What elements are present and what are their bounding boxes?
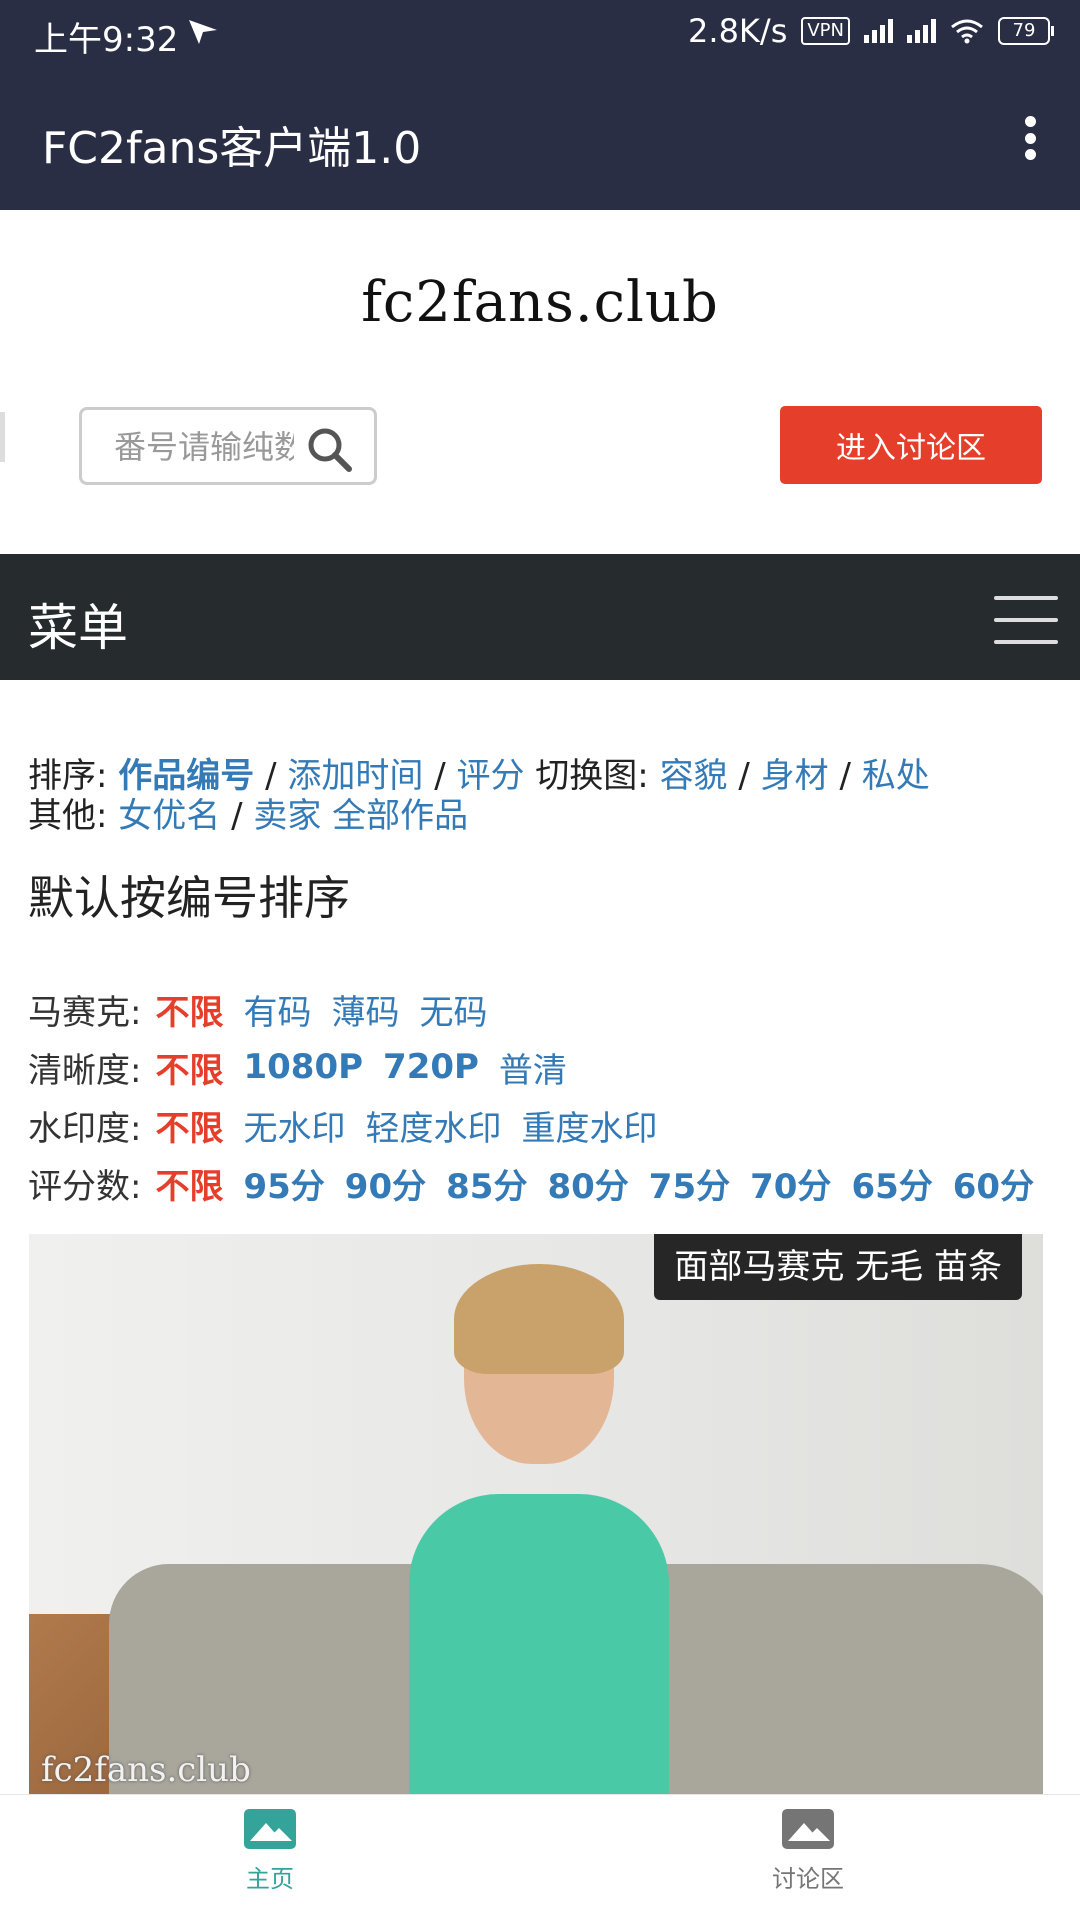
filter-resolution: 清晰度: 不限 1080P 720P 普清	[28, 1038, 1068, 1096]
other-label: 其他:	[28, 796, 108, 836]
bottom-navigation: 主页 讨论区	[0, 1794, 1080, 1921]
vpn-badge: VPN	[801, 17, 850, 45]
wifi-icon	[951, 19, 983, 44]
sort-by-number[interactable]: 作品编号	[118, 756, 254, 796]
image-icon	[782, 1809, 834, 1849]
filter-option[interactable]: 60分	[953, 1159, 1034, 1208]
app-title: FC2fans客户端1.0	[42, 123, 422, 174]
signal-icon-2	[907, 19, 936, 43]
filter-option[interactable]: 不限	[155, 1043, 223, 1092]
app-bar: FC2fans客户端1.0	[0, 64, 1080, 210]
filter-option[interactable]: 不限	[155, 1101, 223, 1150]
battery-icon: 79	[998, 17, 1054, 45]
sort-label: 排序:	[28, 756, 108, 796]
switch-image-label: 切换图:	[535, 756, 649, 796]
filter-option[interactable]: 无码	[419, 985, 487, 1034]
hamburger-icon[interactable]	[994, 596, 1058, 644]
sort-by-added-time[interactable]: 添加时间	[287, 756, 423, 796]
thumbnail-image	[409, 1264, 669, 1794]
menu-bar[interactable]: 菜单	[0, 554, 1080, 680]
filter-option[interactable]: 轻度水印	[365, 1101, 501, 1150]
overflow-menu-icon[interactable]	[1024, 116, 1036, 160]
filter-mosaic: 马赛克: 不限 有码 薄码 无码	[28, 980, 1068, 1038]
thumbnail-tag: 面部马赛克 无毛 苗条	[654, 1234, 1022, 1300]
status-bar: 上午9:32 2.8K/s VPN 79	[0, 0, 1080, 64]
sort-by-rating[interactable]: 评分	[456, 756, 524, 796]
other-actress-name[interactable]: 女优名	[118, 796, 220, 836]
filter-score: 评分数: 不限 95分 90分 85分 80分 75分 70分 65分 60分	[28, 1154, 1068, 1212]
filter-option[interactable]: 85分	[446, 1159, 527, 1208]
search-icon[interactable]	[306, 426, 352, 472]
filter-label: 评分数:	[28, 1166, 142, 1207]
other-seller-works[interactable]: 卖家 全部作品	[253, 796, 468, 836]
filter-section: 马赛克: 不限 有码 薄码 无码 清晰度: 不限 1080P 720P 普清 水…	[28, 980, 1068, 1212]
menu-label: 菜单	[28, 599, 128, 657]
filter-option[interactable]: 75分	[649, 1159, 730, 1208]
filter-option[interactable]: 薄码	[331, 985, 399, 1034]
nav-home-label: 主页	[246, 1865, 294, 1893]
thumbnail-watermark: fc2fans.club	[41, 1750, 251, 1790]
filter-watermark: 水印度: 不限 无水印 轻度水印 重度水印	[28, 1096, 1068, 1154]
filter-option[interactable]: 80分	[547, 1159, 628, 1208]
status-time: 上午9:32	[34, 20, 179, 60]
nav-discussion-label: 讨论区	[772, 1865, 844, 1893]
filter-option[interactable]: 不限	[155, 985, 223, 1034]
filter-label: 水印度:	[28, 1108, 142, 1149]
filter-option[interactable]: 重度水印	[521, 1101, 657, 1150]
signal-icon	[864, 19, 893, 43]
filter-label: 清晰度:	[28, 1050, 142, 1091]
location-arrow-icon	[189, 20, 217, 44]
filter-option[interactable]: 普清	[499, 1043, 567, 1092]
sort-section: 排序: 作品编号 / 添加时间 / 评分 切换图: 容貌 / 身材 / 私处 其…	[28, 756, 930, 836]
search-box	[79, 407, 377, 485]
filter-option[interactable]: 70分	[750, 1159, 831, 1208]
edge-handle	[0, 412, 5, 462]
filter-option[interactable]: 90分	[345, 1159, 426, 1208]
switch-face[interactable]: 容貌	[660, 756, 728, 796]
search-input[interactable]	[112, 426, 296, 468]
network-speed: 2.8K/s	[688, 12, 788, 50]
video-thumbnail-card[interactable]: 面部马赛克 无毛 苗条 fc2fans.club	[29, 1234, 1043, 1794]
filter-option[interactable]: 1080P	[243, 1047, 363, 1087]
site-logo[interactable]: fc2fans.club	[0, 270, 1080, 335]
nav-discussion[interactable]: 讨论区	[708, 1809, 908, 1894]
image-icon	[244, 1809, 296, 1849]
sort-heading: 默认按编号排序	[28, 871, 350, 925]
filter-option[interactable]: 95分	[243, 1159, 324, 1208]
filter-label: 马赛克:	[28, 992, 142, 1033]
filter-option[interactable]: 有码	[243, 985, 311, 1034]
filter-option[interactable]: 65分	[851, 1159, 932, 1208]
switch-private[interactable]: 私处	[862, 756, 930, 796]
filter-option[interactable]: 无水印	[243, 1101, 345, 1150]
filter-option[interactable]: 720P	[383, 1047, 479, 1087]
filter-option[interactable]: 不限	[155, 1159, 223, 1208]
switch-body[interactable]: 身材	[761, 756, 829, 796]
enter-discussion-button[interactable]: 进入讨论区	[780, 406, 1042, 484]
nav-home[interactable]: 主页	[170, 1809, 370, 1894]
